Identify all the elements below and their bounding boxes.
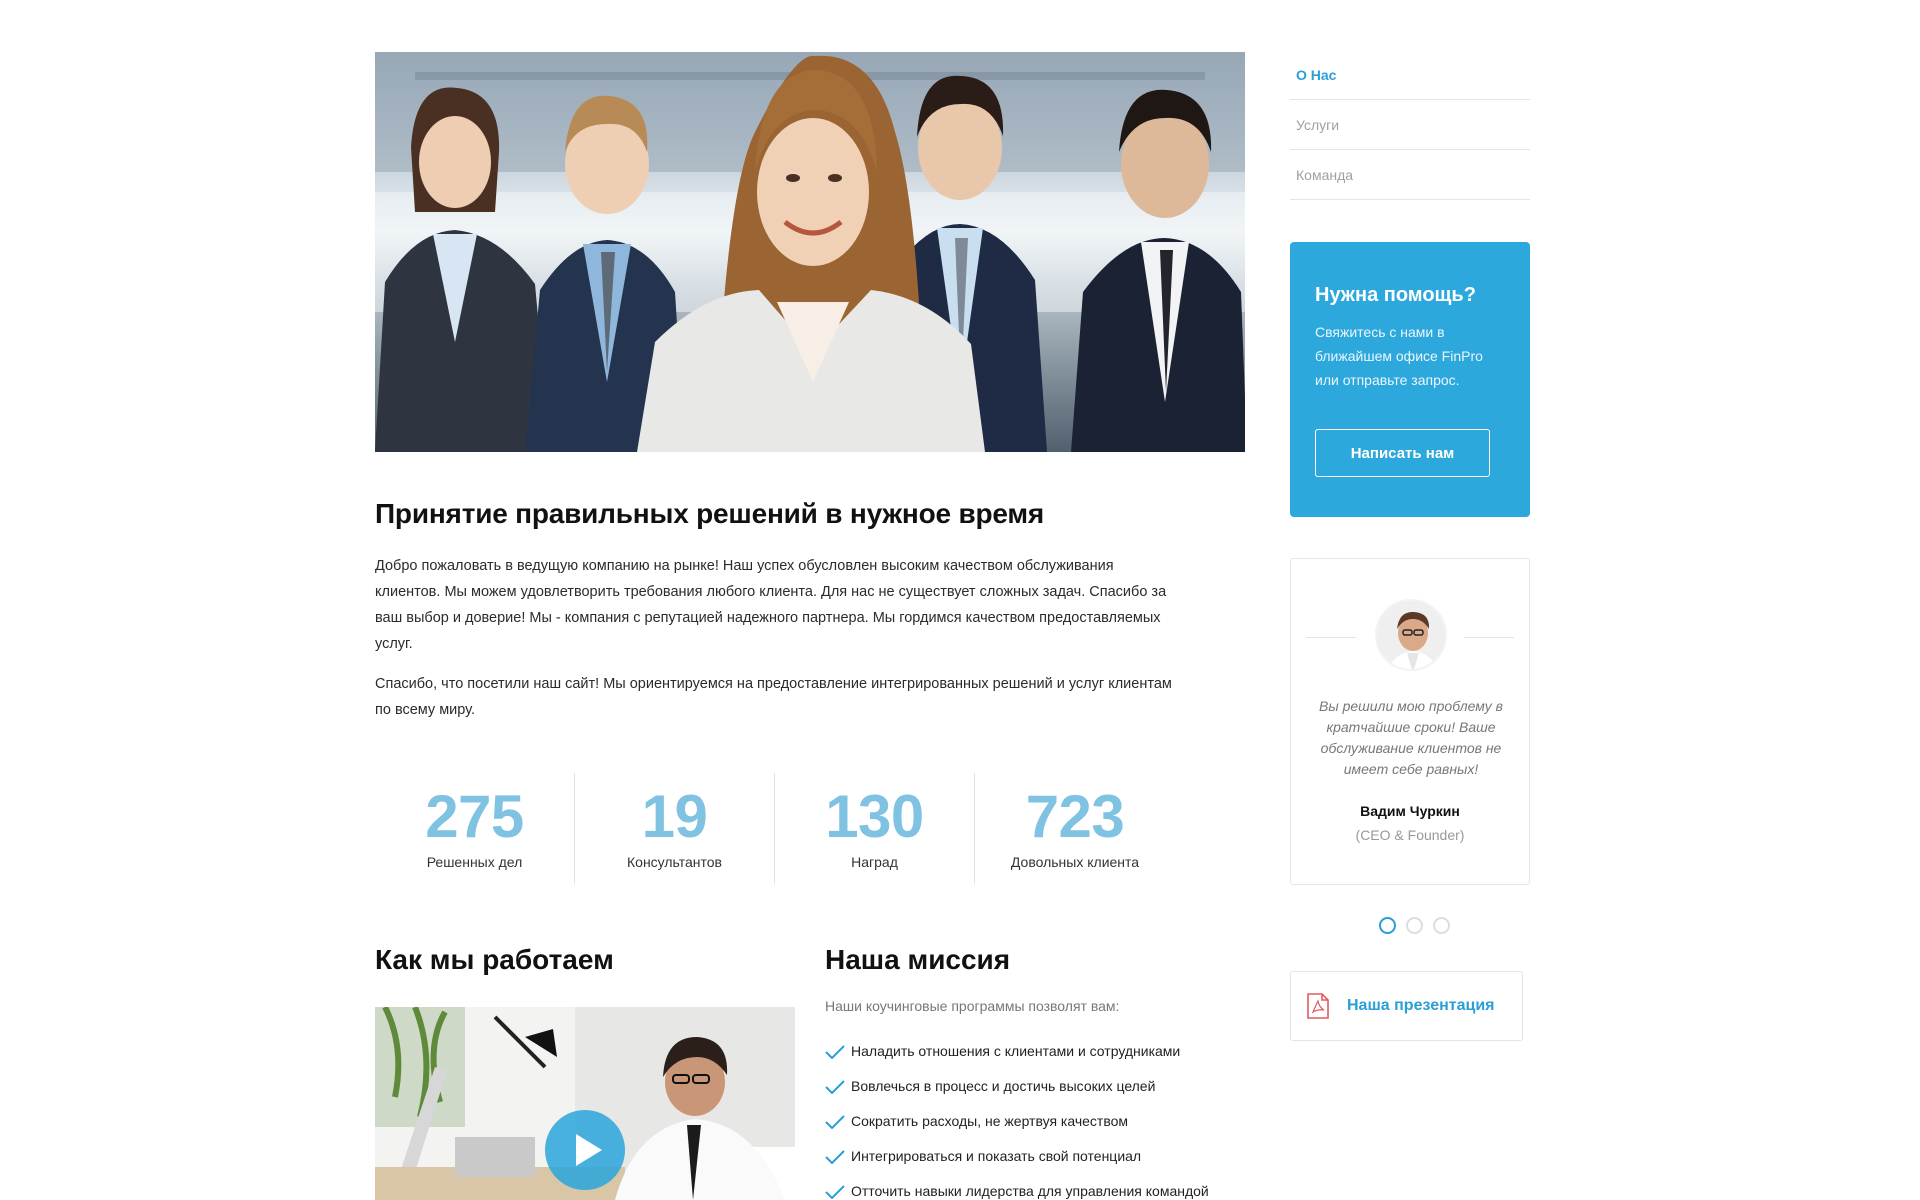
stat-label: Довольных клиента: [1010, 854, 1140, 870]
article-paragraph-2: Спасибо, что посетили наш сайт! Мы ориен…: [375, 676, 1172, 718]
help-text: Свяжитесь с нами в ближайшем офисе FinPr…: [1315, 324, 1483, 388]
list-item: Сократить расходы, не жертвуя качеством: [825, 1113, 1209, 1148]
checkmark-icon: [825, 1045, 845, 1059]
presentation-label: Наша презентация: [1347, 997, 1495, 1014]
checkmark-icon: [825, 1115, 845, 1129]
article-headline: Принятие правильных решений в нужное вре…: [375, 498, 1045, 529]
how-we-work-video[interactable]: [375, 1007, 795, 1200]
contact-us-button[interactable]: Написать нам: [1315, 429, 1490, 477]
slider-dot-3[interactable]: [1433, 917, 1450, 934]
play-icon[interactable]: [545, 1110, 625, 1190]
article-paragraph-1: Добро пожаловать в ведущую компанию на р…: [375, 558, 1167, 652]
testimonial-role: (CEO & Founder): [1355, 827, 1465, 843]
list-item: Интегрироваться и показать свой потенциа…: [825, 1148, 1209, 1183]
testimonial-card: Вы решили мою проблему в кратчайшие срок…: [1290, 558, 1530, 885]
checkmark-icon: [825, 1150, 845, 1164]
stat-value: 723: [1025, 783, 1125, 850]
stats-counters: 275 Решенных дел 19 Консультантов 130 На…: [375, 773, 1175, 884]
divider: [1306, 637, 1356, 638]
testimonial-quote: Вы решили мою проблему в кратчайшие срок…: [1319, 698, 1503, 777]
mission-item-text: Вовлечься в процесс и достичь высоких це…: [851, 1078, 1156, 1094]
stat-solved-cases: 275 Решенных дел: [375, 773, 575, 884]
presentation-download-link[interactable]: Наша презентация: [1290, 971, 1523, 1041]
mission-title: Наша миссия: [825, 944, 1011, 975]
slider-dot-2[interactable]: [1406, 917, 1423, 934]
sidebar-item-about[interactable]: О Нас: [1290, 50, 1530, 100]
hero-image: [375, 52, 1245, 452]
list-item: Наладить отношения с клиентами и сотрудн…: [825, 1043, 1209, 1078]
stat-happy-clients: 723 Довольных клиента: [975, 773, 1175, 884]
mission-item-text: Отточить навыки лидерства для управления…: [851, 1183, 1209, 1199]
help-box: Нужна помощь? Свяжитесь с нами в ближайш…: [1290, 242, 1530, 517]
stat-label: Консультантов: [627, 854, 722, 870]
team-photo-illustration: [375, 52, 1245, 452]
how-we-work-title: Как мы работаем: [375, 944, 614, 975]
stat-value: 19: [641, 783, 708, 850]
testimonial-author: Вадим Чуркин: [1360, 803, 1460, 819]
stat-label: Наград: [851, 854, 898, 870]
sidebar-item-team[interactable]: Команда: [1290, 150, 1530, 200]
stat-value: 130: [825, 783, 924, 850]
testimonial-pagination: [1379, 917, 1450, 934]
mission-list: Наладить отношения с клиентами и сотрудн…: [825, 1043, 1209, 1200]
avatar-photo: [1377, 601, 1445, 669]
sidebar-item-services[interactable]: Услуги: [1290, 100, 1530, 150]
list-item: Вовлечься в процесс и достичь высоких це…: [825, 1078, 1209, 1113]
sidebar-nav: О Нас Услуги Команда: [1290, 50, 1530, 200]
pdf-file-icon: [1307, 993, 1329, 1019]
stat-label: Решенных дел: [426, 854, 523, 870]
stat-consultants: 19 Консультантов: [575, 773, 775, 884]
help-title: Нужна помощь?: [1315, 284, 1476, 306]
mission-item-text: Наладить отношения с клиентами и сотрудн…: [851, 1043, 1181, 1059]
checkmark-icon: [825, 1185, 845, 1199]
list-item: Отточить навыки лидерства для управления…: [825, 1183, 1209, 1200]
mission-item-text: Сократить расходы, не жертвуя качеством: [851, 1113, 1129, 1129]
stat-value: 275: [425, 783, 524, 850]
mission-intro: Наши коучинговые программы позволят вам:: [825, 998, 1120, 1014]
stat-awards: 130 Наград: [775, 773, 975, 884]
avatar: [1375, 599, 1447, 671]
mission-item-text: Интегрироваться и показать свой потенциа…: [851, 1148, 1142, 1164]
checkmark-icon: [825, 1080, 845, 1094]
divider: [1464, 637, 1514, 638]
slider-dot-1[interactable]: [1379, 917, 1396, 934]
